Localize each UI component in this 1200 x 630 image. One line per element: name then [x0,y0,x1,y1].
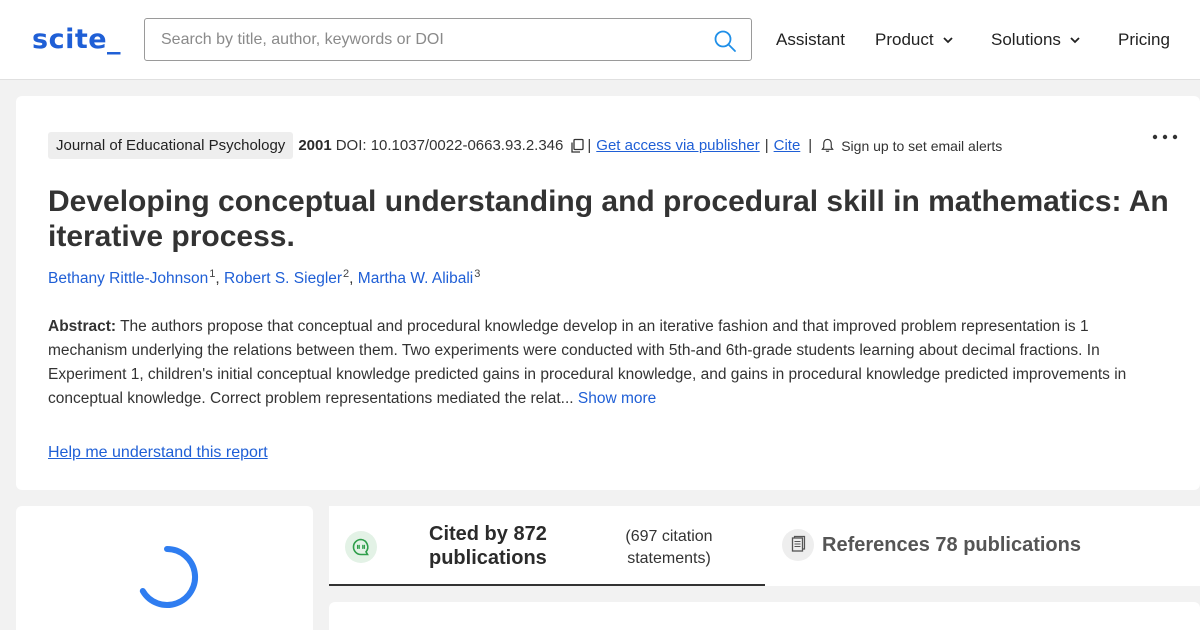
author-separator: , [215,270,225,288]
chevron-down-icon [942,37,953,44]
author-link[interactable]: Robert S. Siegler [224,270,342,287]
bell-icon[interactable] [820,138,835,153]
search-input[interactable] [161,29,701,51]
separator: | [764,137,769,154]
top-header: scite_ Assistant Product Solutions Prici… [0,0,1200,80]
author-link[interactable]: Bethany Rittle-Johnson [48,270,208,287]
document-icon [791,535,806,552]
abstract-label: Abstract: [48,318,117,335]
nav-product-label: Product [875,30,934,49]
paper-meta-row: Journal of Educational Psychology 2001 D… [48,132,1002,159]
chevron-down-icon [1070,37,1080,44]
nav-assistant[interactable]: Assistant [776,30,845,50]
get-access-link[interactable]: Get access via publisher [596,137,759,154]
email-alerts-link[interactable]: Sign up to set email alerts [841,138,1002,154]
nav-solutions[interactable]: Solutions [991,30,1081,50]
loading-spinner-icon [139,546,199,608]
nav-pricing[interactable]: Pricing [1118,30,1170,50]
separator: | [587,137,592,154]
nav-product[interactable]: Product [875,30,954,50]
references-label: References 78 publications [822,534,1081,556]
speech-bubble-icon [352,538,369,556]
cited-by-label: Cited by 872 publications [429,523,547,569]
cite-link[interactable]: Cite [774,137,801,154]
citation-statements-count: (697 citation statements) [625,528,713,567]
show-more-link[interactable]: Show more [574,390,656,407]
paper-title: Developing conceptual understanding and … [48,185,1169,253]
more-options-icon[interactable] [1152,134,1178,140]
tab-references[interactable]: References 78 publications [766,506,1200,586]
scite-logo[interactable]: scite_ [32,24,121,55]
authors-list: Bethany Rittle-Johnson1, Robert S. Siegl… [48,268,480,288]
citation-tabs: Cited by 872 publications (697 citation … [329,506,1200,586]
paper-card: Journal of Educational Psychology 2001 D… [16,96,1200,490]
search-box[interactable] [144,18,752,61]
author-affiliation: 3 [474,268,481,280]
abstract: Abstract: The authors propose that conce… [48,315,1168,411]
references-badge [782,529,814,561]
copy-icon[interactable] [569,138,585,154]
journal-badge[interactable]: Journal of Educational Psychology [48,132,294,159]
nav-pricing-label: Pricing [1118,30,1170,49]
citations-list-panel [329,602,1200,630]
author-link[interactable]: Martha W. Alibali [358,270,473,287]
loading-panel [16,506,313,630]
search-icon[interactable] [713,29,737,53]
nav-assistant-label: Assistant [776,30,845,49]
citation-badge [345,531,377,563]
doi-text: DOI: 10.1037/0022-0663.93.2.346 [335,137,564,154]
separator: | [808,137,813,154]
tab-cited-by[interactable]: Cited by 872 publications (697 citation … [329,506,765,586]
nav-solutions-label: Solutions [991,30,1061,49]
publication-year: 2001 [298,137,332,154]
help-understand-link[interactable]: Help me understand this report [48,444,268,462]
author-separator: , [349,270,358,288]
